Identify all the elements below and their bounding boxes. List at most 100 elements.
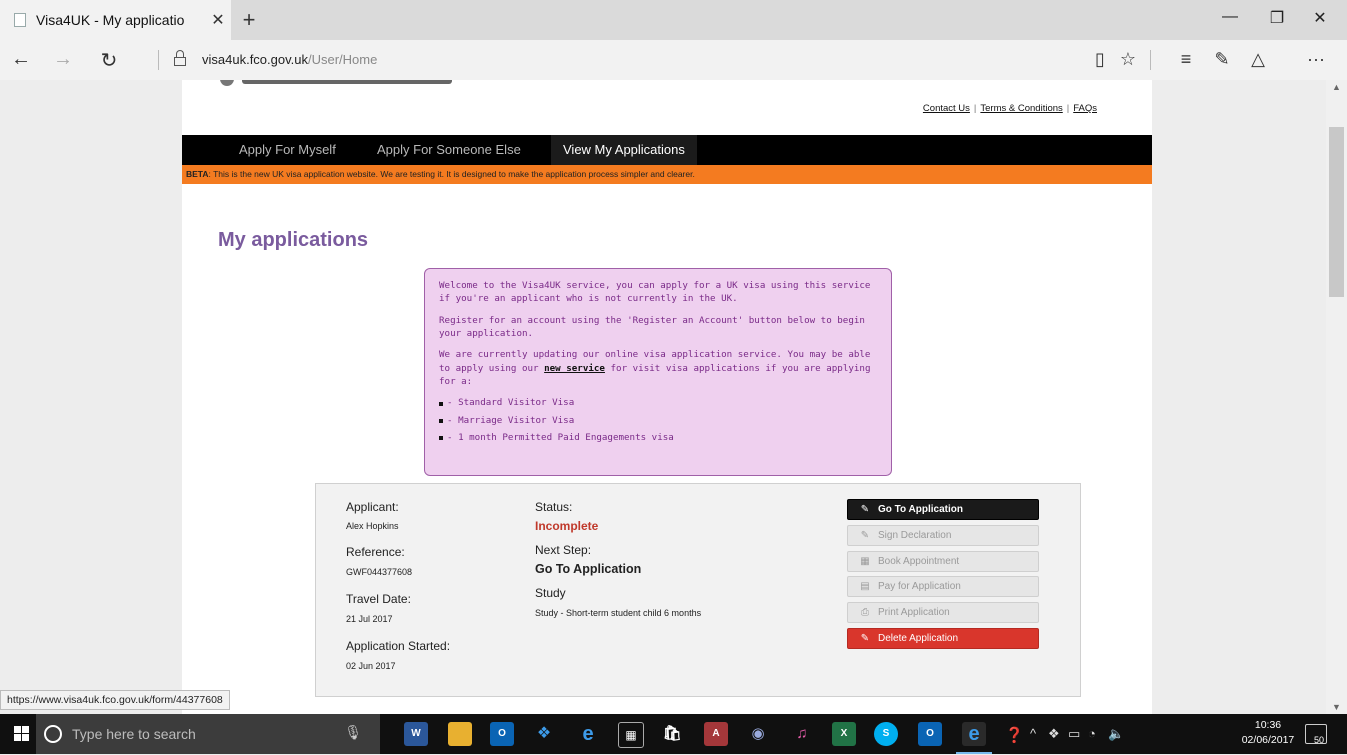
bank-icon: ▤ (860, 581, 870, 592)
more-icon[interactable]: ··· (1302, 49, 1330, 70)
reference-label: Reference: (346, 545, 405, 559)
separator (158, 50, 159, 70)
restore-button[interactable]: ❐ (1257, 8, 1297, 28)
notice-paragraph-3: We are currently updating our online vis… (439, 349, 871, 388)
taskbar-search[interactable]: Type here to search 🎙 (36, 714, 380, 754)
lock-icon[interactable] (174, 50, 186, 68)
sign-declaration-button[interactable]: ✎ Sign Declaration (847, 525, 1039, 546)
help-tray-icon[interactable]: ❓ (1005, 726, 1024, 744)
nav-view-my-applications[interactable]: View My Applications (551, 135, 697, 165)
beta-text: : This is the new UK visa application we… (208, 169, 695, 179)
new-service-link[interactable]: new service (544, 363, 605, 374)
scroll-down-icon[interactable]: ▼ (1332, 702, 1341, 712)
clock-time: 10:36 (1254, 719, 1282, 731)
url-field[interactable]: visa4uk.fco.gov.uk/User/Home (202, 52, 377, 67)
address-bar: ← → ↻ visa4uk.fco.gov.uk/User/Home ▯ ☆ ≡… (0, 40, 1347, 80)
edge-icon[interactable]: e (956, 722, 992, 754)
hub-icon[interactable]: ≡ (1172, 49, 1200, 70)
back-button[interactable]: ← (6, 48, 36, 71)
new-tab-button[interactable]: + (236, 7, 262, 33)
share-icon[interactable]: △ (1244, 49, 1272, 70)
clock-date: 02/06/2017 (1241, 734, 1295, 746)
site-logo[interactable] (182, 80, 482, 90)
printer-icon: ⎙ (861, 607, 869, 618)
web-note-icon[interactable]: ✎ (1208, 49, 1236, 70)
browser-tab[interactable]: Visa4UK - My applicatio ✕ (0, 0, 231, 40)
battery-icon[interactable]: ▭ (1068, 726, 1080, 742)
status-bar-url: https://www.visa4uk.fco.gov.uk/form/4437… (0, 690, 230, 710)
url-host: visa4uk.fco.gov.uk (202, 52, 308, 67)
steam-icon[interactable]: ◉ (746, 722, 770, 746)
visa-type-list: - Standard Visitor Visa - Marriage Visit… (439, 396, 877, 444)
wifi-icon[interactable]: ◔ (1088, 726, 1096, 741)
applicant-value: Alex Hopkins (346, 521, 399, 531)
tab-close-icon[interactable]: ✕ (205, 10, 231, 30)
notice-paragraph-2: Register for an account using the 'Regis… (439, 314, 865, 340)
search-placeholder: Type here to search (72, 726, 196, 742)
show-hidden-icons-icon[interactable]: ^ (1030, 726, 1036, 741)
bullet-icon (439, 418, 443, 423)
dropbox-tray-icon[interactable]: ❖ (1048, 726, 1060, 742)
nav-apply-someone-else[interactable]: Apply For Someone Else (377, 135, 521, 165)
terms-link[interactable]: Terms & Conditions (980, 103, 1062, 114)
applicant-label: Applicant: (346, 500, 399, 514)
application-started-label: Application Started: (346, 639, 451, 653)
windows-taskbar: Type here to search 🎙 W O ❖ e ▦ 🛍 A ◉ ♫ … (0, 714, 1347, 754)
dropbox-icon[interactable]: ❖ (532, 722, 556, 746)
go-to-application-button[interactable]: ✎ Go To Application (847, 499, 1039, 520)
word-icon[interactable]: W (404, 722, 428, 746)
taskbar-clock[interactable]: 10:36 02/06/2017 (1240, 718, 1296, 748)
file-explorer-icon[interactable] (448, 722, 472, 746)
crest-icon (220, 80, 234, 86)
nav-apply-myself[interactable]: Apply For Myself (239, 135, 336, 165)
volume-muted-icon[interactable]: 🔈 (1108, 726, 1124, 742)
microphone-icon[interactable]: 🎙 (344, 724, 362, 741)
url-path: /User/Home (307, 52, 378, 67)
page-viewport: Contact Us | Terms & Conditions | FAQs Apply… (0, 80, 1326, 714)
delete-application-button[interactable]: ✎ Delete Application (847, 628, 1039, 649)
status-label: Status: (535, 500, 573, 514)
favorite-star-icon[interactable]: ☆ (1114, 49, 1142, 70)
cortana-icon (44, 725, 62, 743)
minimize-button[interactable]: — (1210, 8, 1250, 26)
reading-view-icon[interactable]: ▯ (1086, 49, 1114, 70)
skype-icon[interactable]: S (874, 722, 898, 746)
pencil-icon: ✎ (860, 530, 870, 541)
access-icon[interactable]: A (704, 722, 728, 746)
itunes-icon[interactable]: ♫ (790, 722, 814, 746)
page-content: Contact Us | Terms & Conditions | FAQs Apply… (182, 80, 1152, 714)
outlook-icon[interactable]: O (490, 722, 514, 746)
excel-icon[interactable]: X (832, 722, 856, 746)
application-card: Applicant: Alex Hopkins Reference: GWF04… (315, 483, 1081, 697)
book-appointment-button[interactable]: ▦ Book Appointment (847, 551, 1039, 572)
main-navigation: Apply For Myself Apply For Someone Else … (182, 135, 1152, 165)
bullet-icon (439, 436, 443, 441)
forward-button[interactable]: → (48, 48, 78, 71)
info-notice: Welcome to the Visa4UK service, you can … (424, 268, 892, 476)
next-step-value: Go To Application (535, 562, 642, 576)
vertical-scrollbar[interactable]: ▲ ▼ (1326, 80, 1347, 714)
faqs-link[interactable]: FAQs (1073, 103, 1097, 114)
calendar-icon: ▦ (860, 556, 870, 567)
outlook-icon-2[interactable]: O (918, 722, 942, 746)
store-icon[interactable]: 🛍 (660, 722, 684, 746)
pay-for-application-button[interactable]: ▤ Pay for Application (847, 576, 1039, 597)
internet-explorer-icon[interactable]: e (576, 722, 600, 746)
print-application-button[interactable]: ⎙ Print Application (847, 602, 1039, 623)
action-center-icon[interactable]: 50 (1305, 724, 1327, 745)
page-title: My applications (218, 229, 369, 251)
bullet-icon (439, 401, 443, 406)
contact-us-link[interactable]: Contact Us (923, 103, 970, 114)
windows-start-icon[interactable] (14, 726, 30, 742)
scroll-up-icon[interactable]: ▲ (1332, 82, 1341, 92)
notice-paragraph-1: Welcome to the Visa4UK service, you can … (439, 280, 871, 305)
next-step-label: Next Step: (535, 543, 592, 557)
browser-tab-bar: Visa4UK - My applicatio ✕ + — ❐ ✕ (0, 0, 1347, 40)
status-badge: Incomplete (535, 519, 599, 533)
travel-date-label: Travel Date: (346, 592, 411, 606)
window-close-button[interactable]: ✕ (1300, 8, 1340, 28)
refresh-button[interactable]: ↻ (94, 48, 124, 73)
calculator-icon[interactable]: ▦ (618, 722, 644, 748)
scrollbar-thumb[interactable] (1329, 127, 1344, 297)
pencil-icon: ✎ (860, 633, 870, 644)
